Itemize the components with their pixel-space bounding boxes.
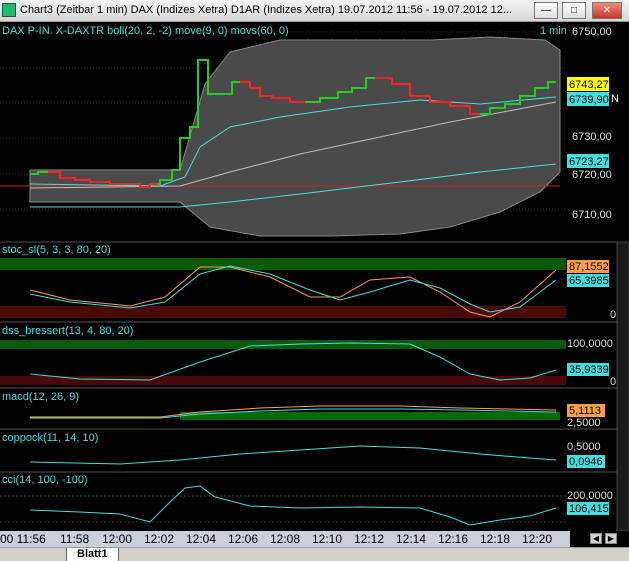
cci-value: 106,4151	[569, 503, 615, 515]
dss-oversold-zone	[0, 376, 566, 385]
stoc-overbought-zone	[0, 258, 566, 270]
coppock-header: coppock(11, 14, 10)	[2, 432, 98, 444]
chart-app-icon	[2, 3, 16, 17]
interval-label: 1 min	[540, 25, 567, 37]
coppock-line	[29, 445, 557, 465]
y-tick-label: 6750,00	[572, 26, 612, 38]
y-tick-label: 6710,00	[572, 209, 612, 221]
macd-value: 5,1113	[569, 405, 601, 417]
cci-top: 200,0000	[567, 490, 613, 502]
sheet-tab-row: Blatt1	[0, 547, 629, 561]
close-button[interactable]: ✕	[592, 2, 622, 19]
dss-header: dss_bressert(13, 4, 80, 20)	[2, 325, 133, 337]
stoc-oversold-zone	[0, 306, 566, 318]
window-titlebar: Chart3 (Zeitbar 1 min) DAX (Indizes Xetr…	[0, 0, 629, 22]
time-tick: 12:14	[396, 532, 426, 546]
time-tick: 12:10	[312, 532, 342, 546]
time-tick: 12:20	[522, 532, 552, 546]
maximize-button[interactable]: □	[562, 2, 586, 19]
stoc-value1: 87,1552	[569, 261, 609, 273]
vertical-scrollbar[interactable]	[616, 241, 629, 532]
last-price-value: 6743,27	[569, 79, 609, 91]
coppock-top: 0,5000	[567, 441, 601, 453]
macd-header: macd(12, 26, 9)	[2, 391, 79, 403]
chart-svg: DAX P-IN. X-DAXTR boll(20, 2, -2) move(9…	[0, 22, 629, 532]
time-tick: 12:06	[228, 532, 258, 546]
movs-value: 6723,27	[569, 156, 609, 168]
boll-mid-value: 6739,90	[569, 94, 609, 106]
time-tick: 12:02	[144, 532, 174, 546]
cci-header: cci(14, 100, -100)	[2, 474, 88, 486]
time-tick: 00 11:56	[0, 532, 46, 546]
macd-histogram	[180, 412, 560, 420]
main-panel-header: DAX P-IN. X-DAXTR boll(20, 2, -2) move(9…	[2, 25, 289, 37]
time-tick: 12:08	[270, 532, 300, 546]
minimize-button[interactable]: —	[534, 2, 558, 19]
time-tick: 12:12	[354, 532, 384, 546]
time-tick: 12:04	[186, 532, 216, 546]
stoc-header: stoc_sl(5, 3, 3, 80, 20)	[2, 244, 111, 256]
macd-lower: 2,5000	[567, 417, 601, 429]
time-tick: 12:18	[480, 532, 510, 546]
dss-value: 35,9339	[569, 364, 609, 376]
time-axis-svg: 00 11:56 11:58 12:00 12:02 12:04 12:06 1…	[0, 532, 552, 546]
scroll-right-icon[interactable]: ▶	[605, 533, 617, 544]
time-tick: 11:58	[60, 532, 89, 546]
y-tick-label: 6730,00	[572, 131, 612, 143]
cci-line	[29, 485, 557, 526]
time-axis: 00 11:56 11:58 12:00 12:02 12:04 12:06 1…	[0, 531, 570, 547]
dss-top-value: 100,0000	[567, 338, 613, 350]
scroll-left-icon[interactable]: ◀	[590, 533, 602, 544]
time-tick: 12:00	[102, 532, 132, 546]
tab-blatt1[interactable]: Blatt1	[66, 548, 119, 561]
chart-area[interactable]: DAX P-IN. X-DAXTR boll(20, 2, -2) move(9…	[0, 22, 629, 532]
stoc-zero: 0	[610, 309, 616, 321]
y-axis-marker: N	[611, 93, 619, 105]
coppock-value: 0,0946	[569, 456, 603, 468]
stoc-value2: 65,3985	[569, 275, 609, 287]
time-tick: 12:16	[438, 532, 468, 546]
dss-zero: 0	[610, 376, 616, 388]
window-title: Chart3 (Zeitbar 1 min) DAX (Indizes Xetr…	[20, 4, 512, 16]
y-tick-label: 6720,00	[572, 169, 612, 181]
